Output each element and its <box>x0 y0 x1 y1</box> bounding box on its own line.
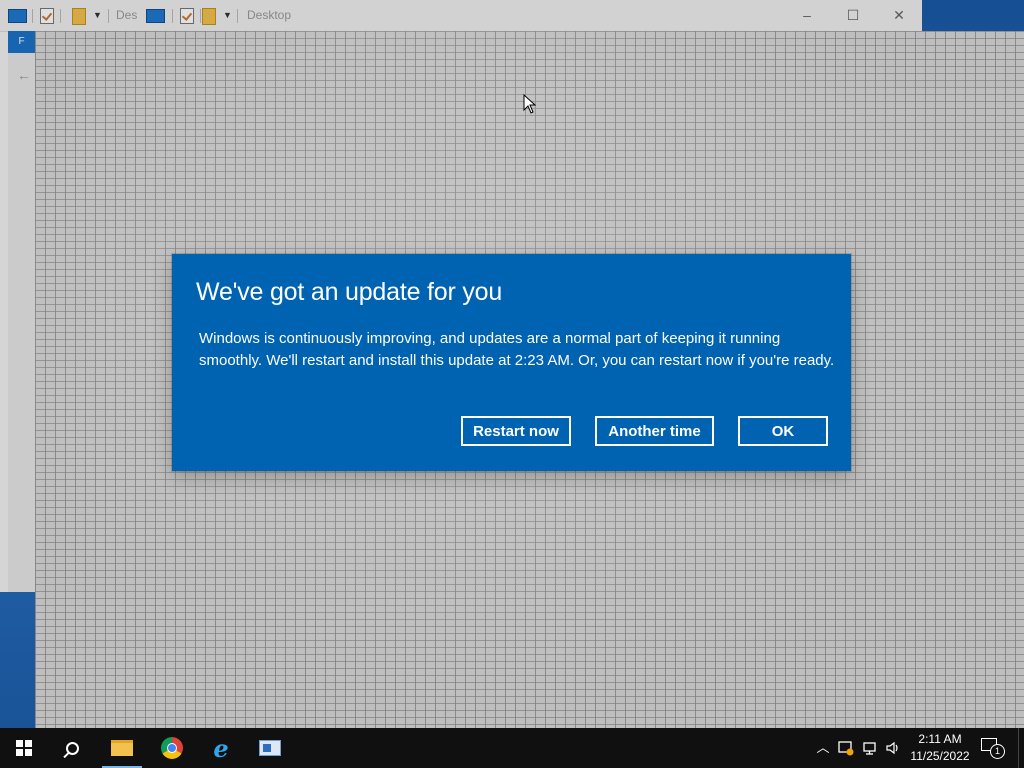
update-dialog: We've got an update for you Windows is c… <box>172 254 851 471</box>
security-icon[interactable] <box>838 740 854 756</box>
clock-time: 2:11 AM <box>918 732 962 746</box>
restart-now-button[interactable]: Restart now <box>461 416 571 446</box>
taskbar-file-explorer[interactable] <box>98 728 146 768</box>
ok-button[interactable]: OK <box>738 416 828 446</box>
internet-explorer-icon: e <box>213 733 229 763</box>
taskbar-internet-explorer[interactable]: e <box>197 728 245 768</box>
dialog-message: Windows is continuously improving, and u… <box>199 330 835 369</box>
network-icon[interactable] <box>862 740 878 756</box>
taskbar-app[interactable] <box>246 728 294 768</box>
chevron-up-icon[interactable]: ︿ <box>815 740 831 756</box>
clock[interactable]: 2:11 AM 11/25/2022 <box>900 731 980 765</box>
app-window-icon <box>259 740 281 756</box>
dialog-title: We've got an update for you <box>196 278 503 306</box>
taskbar: e ︿ 2:11 AM 11/25/2022 1 <box>0 728 1024 768</box>
another-time-button[interactable]: Another time <box>595 416 714 446</box>
chrome-icon <box>161 737 183 759</box>
notification-count: 1 <box>990 744 1005 759</box>
file-explorer-icon <box>111 740 133 756</box>
taskbar-chrome[interactable] <box>148 728 196 768</box>
search-button[interactable] <box>48 728 96 768</box>
clock-date: 11/25/2022 <box>910 749 970 763</box>
search-icon <box>65 741 79 755</box>
action-center-button[interactable]: 1 <box>981 738 1005 759</box>
volume-icon[interactable] <box>885 740 901 756</box>
windows-start-icon <box>16 740 32 756</box>
show-desktop-button[interactable] <box>1018 728 1024 768</box>
start-button[interactable] <box>0 728 48 768</box>
